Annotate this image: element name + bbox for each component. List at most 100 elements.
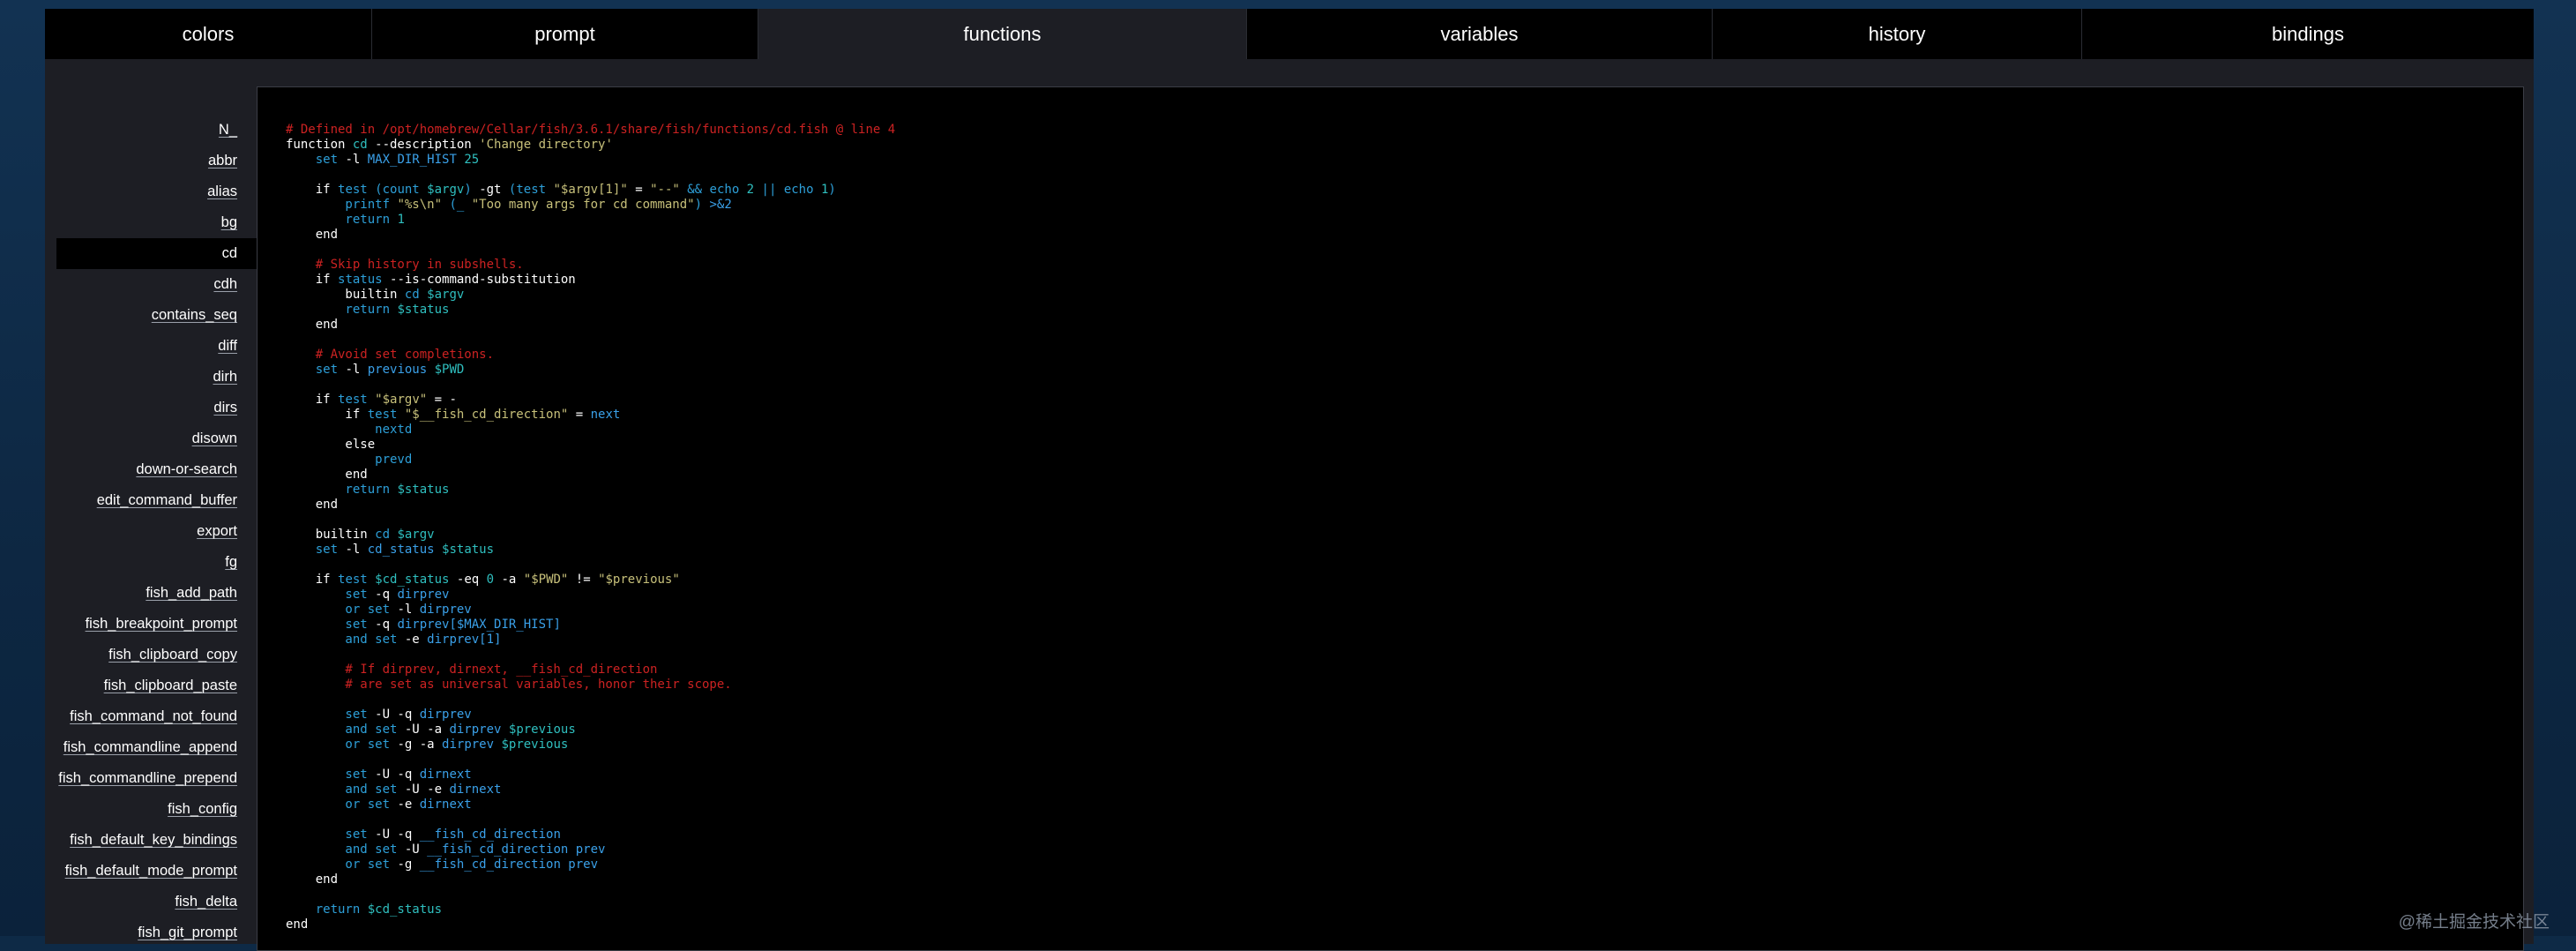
code-line: # Avoid set completions. [286, 348, 895, 363]
code-token: $status [442, 543, 495, 557]
tab-prompt[interactable]: prompt [372, 9, 758, 59]
function-item[interactable]: contains_seq [45, 300, 257, 331]
tab-functions[interactable]: functions [758, 9, 1247, 59]
code-token: (_ [442, 198, 472, 212]
code-line: end [286, 318, 895, 333]
code-token: set [286, 153, 339, 167]
code-token: or set [286, 857, 391, 872]
tab-history[interactable]: history [1713, 9, 2082, 59]
function-item[interactable]: fish_add_path [45, 578, 257, 609]
code-token: cd [375, 528, 398, 542]
function-item[interactable]: cdh [45, 269, 257, 300]
function-item[interactable]: dirh [45, 362, 257, 393]
code-token: --is-command-substitution [382, 273, 576, 287]
function-item[interactable]: fg [45, 547, 257, 578]
code-token: ) [464, 183, 472, 197]
function-item[interactable]: N_ [45, 115, 257, 146]
code-token: $argv [427, 288, 465, 302]
function-item[interactable]: abbr [45, 146, 257, 176]
code-token: or set [286, 797, 391, 812]
function-item[interactable]: export [45, 516, 257, 547]
code-token: dirprev [449, 723, 509, 737]
tab-variables[interactable]: variables [1247, 9, 1713, 59]
code-token: end [286, 228, 339, 242]
code-token: builtin [286, 288, 405, 302]
code-line: or set -g -a dirprev $previous [286, 738, 895, 753]
function-item-selected[interactable]: cd [56, 238, 257, 269]
function-item[interactable]: fish_git_prompt [45, 917, 257, 948]
code-token: -e [397, 633, 428, 647]
code-token: __fish_cd_direction prev [427, 842, 606, 857]
function-item[interactable]: fish_commandline_prepend [45, 763, 257, 794]
code-token: $PWD [434, 363, 465, 377]
function-item[interactable]: diff [45, 331, 257, 362]
code-token: -l [390, 603, 420, 617]
code-token: $cd_status [375, 573, 450, 587]
code-token: test [367, 408, 405, 422]
code-token: end [286, 917, 309, 932]
code-line: else [286, 438, 895, 453]
code-line: set -U -q dirnext [286, 768, 895, 783]
code-token: return [286, 483, 398, 497]
code-token: $argv [427, 183, 465, 197]
function-item[interactable]: edit_command_buffer [45, 485, 257, 516]
function-item[interactable]: fish_default_key_bindings [45, 825, 257, 856]
function-item[interactable]: fish_clipboard_paste [45, 670, 257, 701]
function-item[interactable]: fish_config [45, 794, 257, 825]
code-line: end [286, 917, 895, 932]
function-item[interactable]: fish_breakpoint_prompt [45, 609, 257, 640]
code-token: if [286, 393, 339, 407]
code-token: set [286, 827, 368, 842]
code-token: cd_status [367, 543, 443, 557]
code-line: end [286, 228, 895, 243]
code-token: 25 [456, 153, 480, 167]
function-item[interactable]: bg [45, 207, 257, 238]
function-item[interactable]: fish_command_not_found [45, 701, 257, 732]
tab-bindings[interactable]: bindings [2082, 9, 2534, 59]
function-item[interactable]: alias [45, 176, 257, 207]
code-token: return [286, 213, 398, 227]
function-item[interactable]: fish_commandline_append [45, 732, 257, 763]
code-token: if [286, 408, 368, 422]
code-token: set [286, 543, 339, 557]
code-token: # Avoid set completions. [286, 348, 495, 362]
function-item[interactable]: fish_clipboard_copy [45, 640, 257, 670]
code-token: # Defined in /opt/homebrew/Cellar/fish/3… [286, 123, 896, 137]
code-line: nextd [286, 423, 895, 438]
function-item[interactable]: down-or-search [45, 454, 257, 485]
watermark: @稀土掘金技术社区 [2398, 913, 2550, 932]
code-token: MAX_DIR_HIST [367, 153, 457, 167]
code-token: $status [397, 483, 450, 497]
code-token: -l [338, 363, 368, 377]
code-token: -l [338, 543, 368, 557]
code-token: dirnext [449, 783, 502, 797]
code-line: set -q dirprev[$MAX_DIR_HIST] [286, 618, 895, 633]
code-token: set [286, 588, 368, 602]
function-source-code: # Defined in /opt/homebrew/Cellar/fish/3… [286, 123, 895, 932]
code-token: -q [367, 618, 398, 632]
code-token: if [286, 573, 339, 587]
code-token: "%s\n" [397, 198, 443, 212]
code-token: "$__fish_cd_direction" [404, 408, 569, 422]
code-token: -U [397, 842, 428, 857]
code-token: "--" [650, 183, 680, 197]
code-token: -l [338, 153, 368, 167]
function-item[interactable]: dirs [45, 393, 257, 423]
code-token: 1 [397, 213, 405, 227]
code-token: dirprev[$MAX_DIR_HIST] [397, 618, 561, 632]
code-token: prevd [286, 453, 413, 467]
code-line: or set -e dirnext [286, 797, 895, 812]
code-token: # If dirprev, dirnext, __fish_cd_directi… [286, 663, 658, 677]
function-item[interactable]: fish_delta [45, 887, 257, 917]
function-item[interactable]: fish_default_mode_prompt [45, 856, 257, 887]
function-list: N_ abbr alias bg cd cdh contains_seq diff dirh di… [45, 115, 257, 948]
code-token: # are set as universal variables, honor … [286, 678, 732, 692]
function-item[interactable]: disown [45, 423, 257, 454]
code-line: set -U -q __fish_cd_direction [286, 827, 895, 842]
tab-colors[interactable]: colors [45, 9, 372, 59]
code-line: function cd --description 'Change direct… [286, 138, 895, 153]
